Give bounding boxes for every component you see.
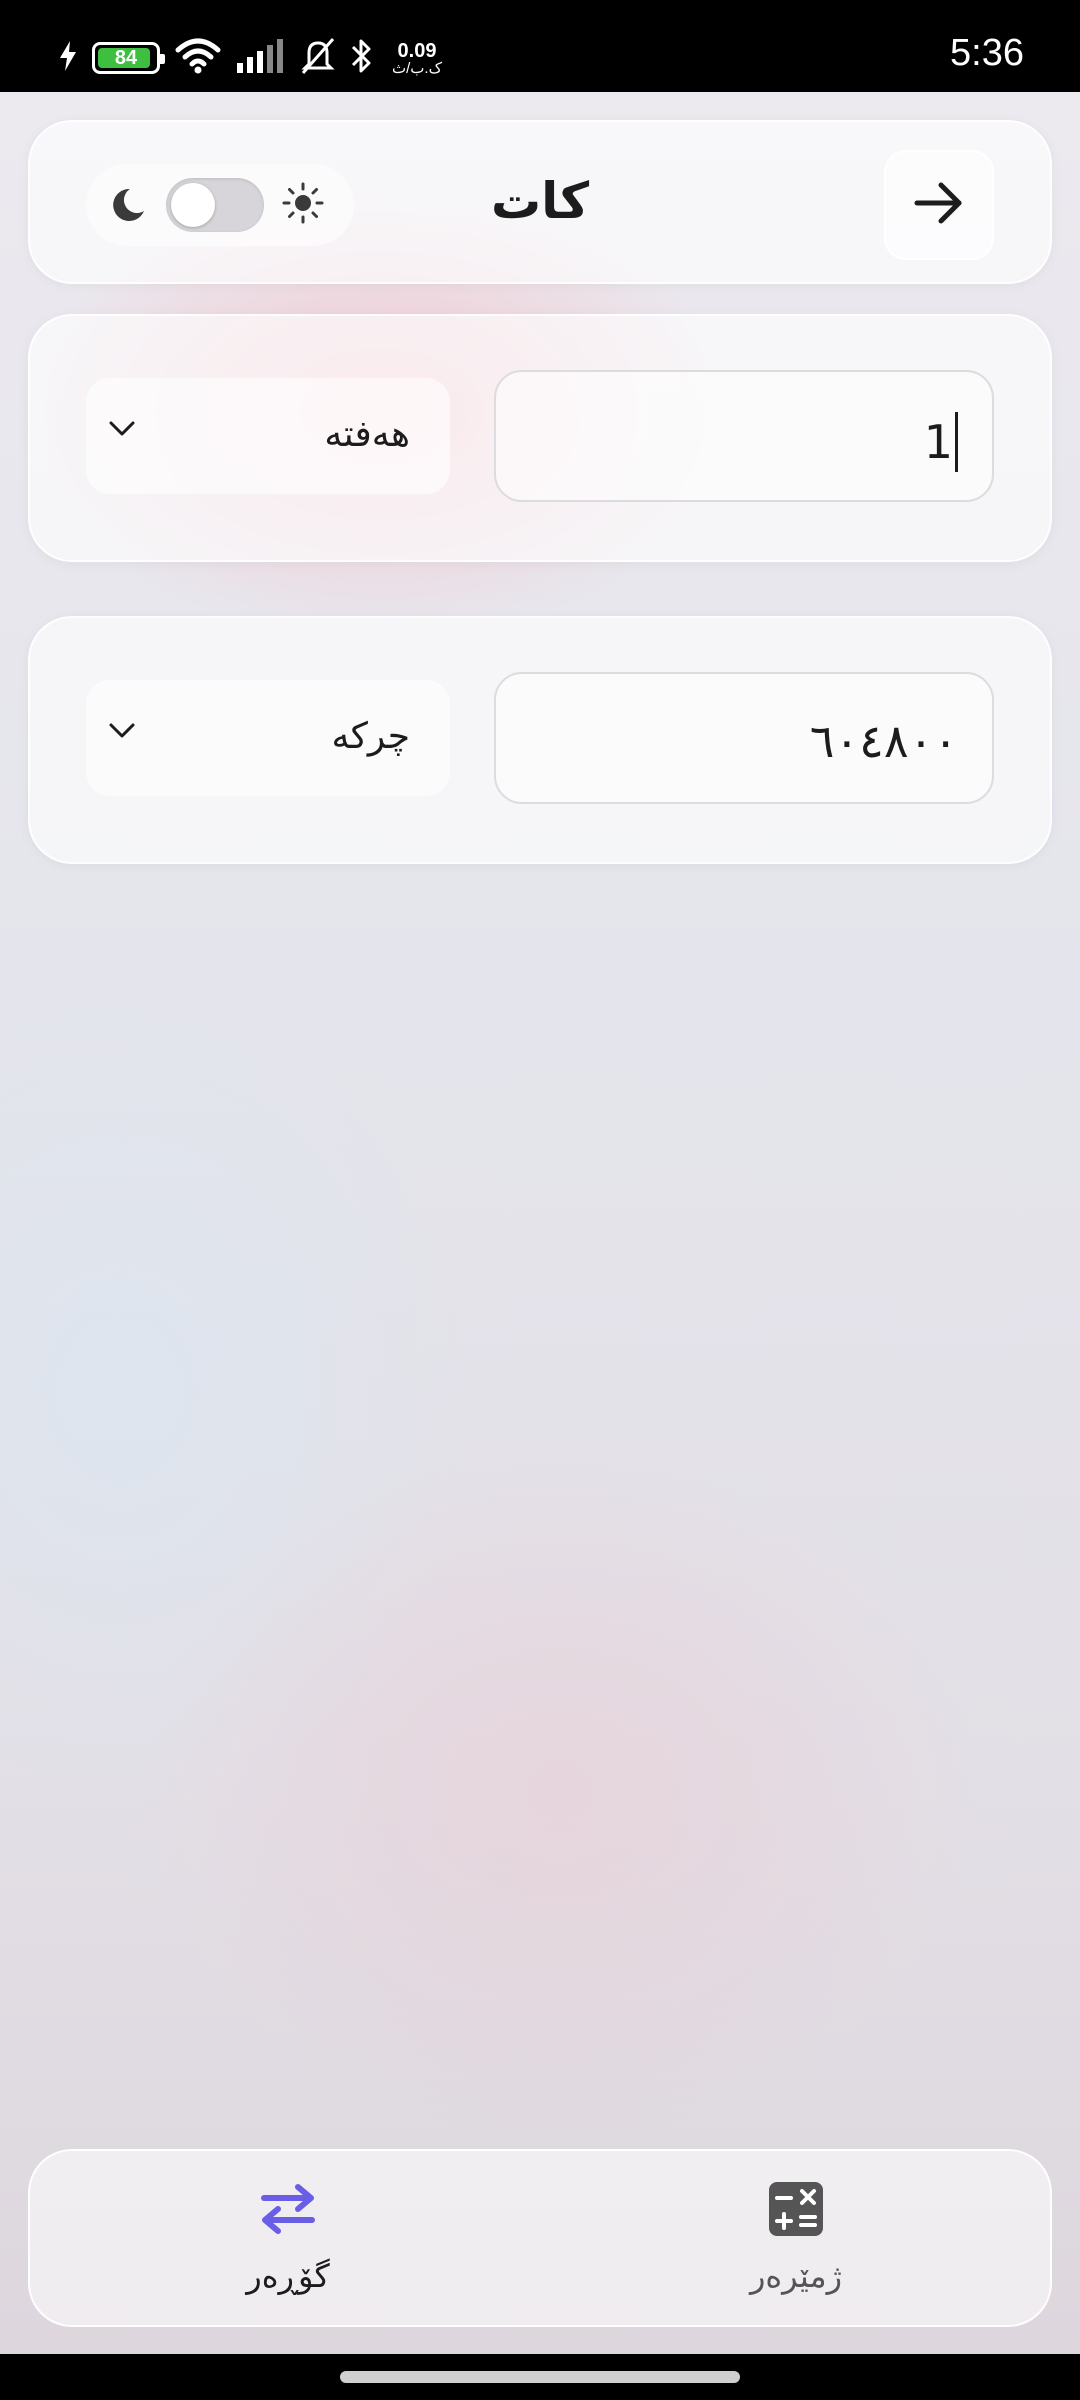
to-unit-label: چرکە — [331, 716, 410, 757]
nav-item-converter[interactable]: گۆڕەر — [138, 2179, 438, 2309]
arrow-right-icon — [911, 179, 967, 231]
home-indicator[interactable] — [340, 2371, 740, 2383]
mute-bell-icon — [300, 37, 336, 79]
text-caret — [955, 412, 958, 472]
chevron-down-icon — [108, 722, 136, 744]
app-screen: کات هەفتە 1 چرکە ٦٠٤٨٠٠ گۆڕەر ژمێرەر — [0, 92, 1080, 2354]
to-value-output[interactable]: ٦٠٤٨٠٠ — [494, 672, 994, 804]
from-value: 1 — [923, 415, 953, 469]
battery-level: 84 — [114, 46, 138, 69]
to-unit-card: چرکە ٦٠٤٨٠٠ — [28, 616, 1052, 864]
from-value-input[interactable]: 1 — [494, 370, 994, 502]
back-button[interactable] — [884, 150, 994, 260]
status-bar: 84 0.09 ک.ب/ث 5:36 — [0, 0, 1080, 92]
calculator-icon — [646, 2179, 946, 2239]
from-unit-label: هەفتە — [324, 414, 410, 455]
nav-label-converter: گۆڕەر — [246, 2257, 330, 2295]
header-card: کات — [28, 120, 1052, 284]
clock: 5:36 — [950, 32, 1024, 74]
to-unit-dropdown[interactable]: چرکە — [86, 680, 450, 796]
bluetooth-icon — [350, 37, 374, 79]
network-speed-unit: ک.ب/ث — [392, 59, 443, 77]
status-icons: 84 0.09 ک.ب/ث — [58, 34, 442, 82]
battery-icon: 84 — [92, 42, 165, 74]
to-value: ٦٠٤٨٠٠ — [809, 714, 958, 768]
network-speed-value: 0.09 — [397, 39, 437, 62]
chevron-down-icon — [108, 420, 136, 442]
signal-icon — [236, 39, 286, 77]
from-unit-dropdown[interactable]: هەفتە — [86, 378, 450, 494]
wifi-icon — [174, 38, 222, 78]
swap-arrows-icon — [138, 2179, 438, 2239]
nav-item-calculator[interactable]: ژمێرەر — [646, 2179, 946, 2309]
bottom-nav: گۆڕەر ژمێرەر — [28, 2149, 1052, 2327]
network-speed: 0.09 ک.ب/ث — [392, 41, 442, 76]
charging-icon — [58, 41, 78, 75]
nav-label-calculator: ژمێرەر — [749, 2257, 843, 2295]
from-unit-card: هەفتە 1 — [28, 314, 1052, 562]
